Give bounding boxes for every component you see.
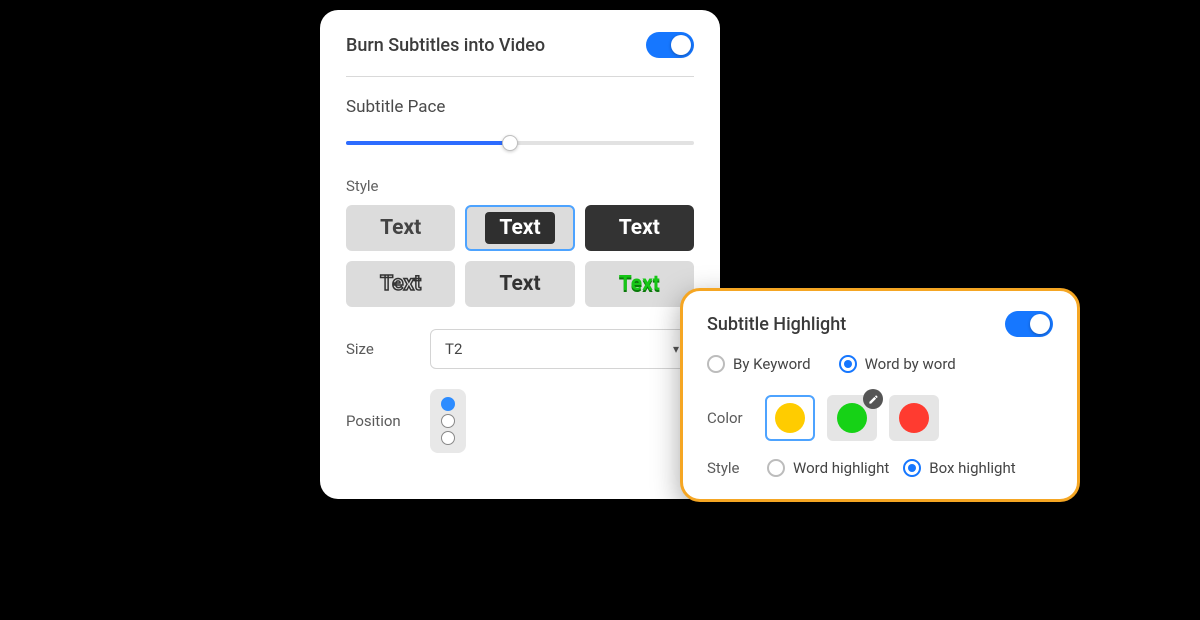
color-swatch-green[interactable]: [827, 395, 877, 441]
size-value: T2: [445, 340, 462, 358]
style-box-highlight[interactable]: Box highlight: [903, 459, 1015, 477]
size-row: Size T2 ▾: [346, 329, 694, 369]
mode-word-by-word-label: Word by word: [865, 355, 956, 373]
position-bottom[interactable]: [441, 431, 455, 445]
style-grid: Text Text Text Text Text Text: [346, 205, 694, 307]
burn-subtitles-label: Burn Subtitles into Video: [346, 35, 545, 56]
size-label: Size: [346, 340, 416, 358]
color-dot: [775, 403, 805, 433]
radio-checked-icon: [839, 355, 857, 373]
burn-subtitles-toggle[interactable]: [646, 32, 694, 58]
subtitle-highlight-panel: Subtitle Highlight By Keyword Word by wo…: [680, 288, 1080, 502]
toggle-knob: [671, 35, 691, 55]
subtitle-settings-panel: Burn Subtitles into Video Subtitle Pace …: [320, 10, 720, 499]
style-option-5[interactable]: Text: [465, 261, 574, 307]
burn-subtitles-row: Burn Subtitles into Video: [346, 32, 694, 58]
subtitle-pace-slider[interactable]: [346, 135, 694, 151]
style-option-4[interactable]: Text: [346, 261, 455, 307]
mode-by-keyword[interactable]: By Keyword: [707, 355, 811, 373]
style-option-3[interactable]: Text: [585, 205, 694, 251]
style-option-6[interactable]: Text: [585, 261, 694, 307]
slider-fill: [346, 141, 510, 145]
size-select[interactable]: T2 ▾: [430, 329, 694, 369]
position-selector: [430, 389, 466, 453]
highlight-color-row: Color: [707, 395, 1053, 441]
style-option-1[interactable]: Text: [346, 205, 455, 251]
color-dot: [899, 403, 929, 433]
position-label: Position: [346, 412, 416, 430]
subtitle-pace-label: Subtitle Pace: [346, 97, 694, 117]
position-row: Position: [346, 389, 694, 453]
color-label: Color: [707, 409, 753, 427]
chevron-down-icon: ▾: [673, 342, 679, 356]
style-box-highlight-label: Box highlight: [929, 459, 1015, 477]
color-dot: [837, 403, 867, 433]
mode-word-by-word[interactable]: Word by word: [839, 355, 956, 373]
color-swatch-yellow[interactable]: [765, 395, 815, 441]
radio-icon: [767, 459, 785, 477]
radio-icon: [707, 355, 725, 373]
divider: [346, 76, 694, 77]
color-swatch-red[interactable]: [889, 395, 939, 441]
highlight-toggle[interactable]: [1005, 311, 1053, 337]
position-top[interactable]: [441, 397, 455, 411]
highlight-style-label: Style: [707, 459, 753, 477]
style-label: Style: [346, 177, 694, 195]
highlight-title: Subtitle Highlight: [707, 314, 846, 335]
edit-icon[interactable]: [863, 389, 883, 409]
style-option-2-inner: Text: [485, 212, 554, 244]
style-word-highlight[interactable]: Word highlight: [767, 459, 889, 477]
style-word-highlight-label: Word highlight: [793, 459, 889, 477]
highlight-style-row: Style Word highlight Box highlight: [707, 459, 1053, 477]
style-option-2[interactable]: Text: [465, 205, 574, 251]
toggle-knob: [1030, 314, 1050, 334]
position-middle[interactable]: [441, 414, 455, 428]
highlight-header: Subtitle Highlight: [707, 311, 1053, 337]
mode-by-keyword-label: By Keyword: [733, 355, 811, 373]
radio-checked-icon: [903, 459, 921, 477]
highlight-mode-row: By Keyword Word by word: [707, 355, 1053, 373]
slider-thumb[interactable]: [502, 135, 518, 151]
